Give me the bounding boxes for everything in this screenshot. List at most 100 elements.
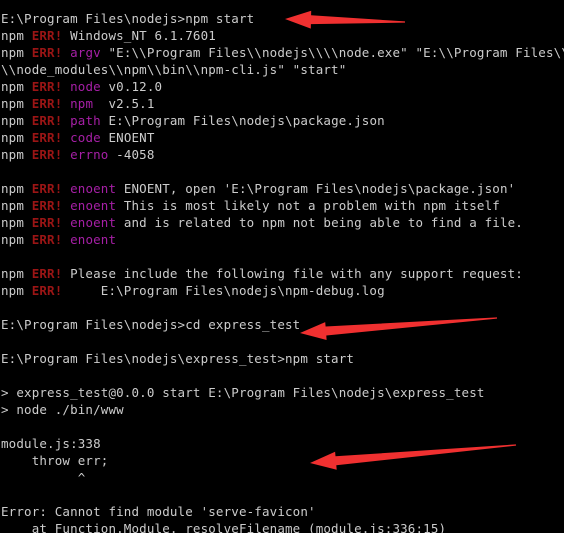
terminal-token-white: > express_test@0.0.0 start E:\Program Fi…	[1, 385, 485, 400]
terminal-token-key: code	[70, 130, 101, 145]
terminal-line: npm ERR! code ENOENT	[1, 129, 564, 146]
terminal-token-white: npm	[1, 45, 32, 60]
terminal-token-white: npm	[1, 215, 32, 230]
terminal-token-err: ERR!	[31, 45, 63, 60]
terminal-token-white: npm	[1, 198, 32, 213]
terminal-line: npm ERR! node v0.12.0	[1, 78, 564, 95]
terminal-line: E:\Program Files\nodejs\express_test>npm…	[1, 350, 564, 367]
terminal-token-err: ERR!	[31, 113, 63, 128]
terminal-token-white: npm	[1, 28, 32, 43]
terminal-token-white	[62, 45, 70, 60]
terminal-token-white: E:\Program Files\nodejs\npm-debug.log	[62, 283, 385, 298]
terminal-token-white: module.js:338	[1, 436, 101, 451]
terminal-token-key: npm	[70, 96, 94, 111]
terminal-token-white: npm	[1, 113, 32, 128]
terminal-token-white	[62, 215, 70, 230]
terminal-token-white	[62, 79, 70, 94]
terminal-token-white: npm	[1, 232, 32, 247]
terminal-line: npm ERR! enoent and is related to npm no…	[1, 214, 564, 231]
terminal-token-white: E:\Program Files\nodejs\express_test>npm…	[1, 351, 355, 366]
terminal-token-key: path	[70, 113, 101, 128]
terminal-line: npm ERR! enoent This is most likely not …	[1, 197, 564, 214]
terminal-output: E:\Program Files\nodejs>npm start npm ERR…	[0, 0, 564, 533]
command-prompt-window[interactable]: E:\Program Files\nodejs>npm start npm ERR…	[0, 0, 564, 533]
terminal-token-key: enoent	[70, 215, 117, 230]
terminal-token-key: errno	[70, 147, 109, 162]
terminal-token-white	[62, 113, 70, 128]
terminal-token-white: -4058	[108, 147, 155, 162]
terminal-token-key: argv	[70, 45, 101, 60]
terminal-token-white: npm	[1, 147, 32, 162]
terminal-token-white: > node ./bin/www	[1, 402, 124, 417]
terminal-token-white: v0.12.0	[100, 79, 163, 94]
terminal-token-white: ENOENT	[100, 130, 155, 145]
terminal-line: at Function.Module._resolveFilename (mod…	[1, 520, 564, 533]
terminal-token-white	[62, 130, 70, 145]
terminal-line: E:\Program Files\nodejs>cd express_test	[1, 316, 564, 333]
terminal-line: \\node_modules\\npm\\bin\\npm-cli.js" "s…	[1, 61, 564, 78]
terminal-token-err: ERR!	[31, 96, 63, 111]
terminal-line: module.js:338	[1, 435, 564, 452]
terminal-token-white: E:\Program Files\nodejs>cd express_test	[1, 317, 301, 332]
terminal-token-white: ^	[1, 470, 86, 485]
terminal-token-white: E:\Program Files\nodejs\package.json	[100, 113, 385, 128]
terminal-token-key: enoent	[70, 198, 117, 213]
terminal-line: npm ERR! npm v2.5.1	[1, 95, 564, 112]
terminal-line: npm ERR! E:\Program Files\nodejs\npm-deb…	[1, 282, 564, 299]
terminal-token-white: at Function.Module._resolveFilename (mod…	[1, 521, 447, 533]
terminal-token-err: ERR!	[31, 181, 63, 196]
terminal-token-err: ERR!	[31, 215, 63, 230]
terminal-line: Error: Cannot find module 'serve-favicon…	[1, 503, 564, 520]
terminal-token-white: v2.5.1	[93, 96, 155, 111]
terminal-token-white: npm	[1, 266, 32, 281]
terminal-token-white: Please include the following file with a…	[62, 266, 523, 281]
terminal-token-white: and is related to npm not being able to …	[116, 215, 523, 230]
terminal-token-white	[62, 198, 70, 213]
terminal-token-white: npm	[1, 130, 32, 145]
terminal-line: npm ERR! argv "E:\\Program Files\\nodejs…	[1, 44, 564, 61]
terminal-token-white	[62, 147, 70, 162]
terminal-line: > node ./bin/www	[1, 401, 564, 418]
terminal-token-err: ERR!	[31, 79, 63, 94]
terminal-token-white: Error: Cannot find module 'serve-favicon…	[1, 504, 316, 519]
terminal-line: npm ERR! errno -4058	[1, 146, 564, 163]
terminal-token-err: ERR!	[31, 266, 63, 281]
terminal-line: E:\Program Files\nodejs>npm start	[1, 10, 564, 27]
terminal-token-white: This is most likely not a problem with n…	[116, 198, 500, 213]
terminal-token-white	[62, 181, 70, 196]
terminal-line: npm ERR! Windows_NT 6.1.7601	[1, 27, 564, 44]
terminal-line: throw err;	[1, 452, 564, 469]
terminal-token-err: ERR!	[31, 147, 63, 162]
terminal-token-err: ERR!	[31, 232, 63, 247]
terminal-line: > express_test@0.0.0 start E:\Program Fi…	[1, 384, 564, 401]
terminal-token-white: npm	[1, 79, 32, 94]
terminal-line: ^	[1, 469, 564, 486]
terminal-token-white: npm	[1, 181, 32, 196]
terminal-line: npm ERR! enoent ENOENT, open 'E:\Program…	[1, 180, 564, 197]
terminal-line: npm ERR! enoent	[1, 231, 564, 248]
terminal-token-white	[62, 96, 70, 111]
terminal-token-white: throw err;	[1, 453, 109, 468]
terminal-token-white: ENOENT, open 'E:\Program Files\nodejs\pa…	[116, 181, 516, 196]
terminal-token-white: E:\Program Files\nodejs>npm start	[1, 11, 255, 26]
terminal-token-key: enoent	[70, 181, 117, 196]
terminal-token-err: ERR!	[31, 198, 63, 213]
terminal-token-err: ERR!	[31, 130, 63, 145]
terminal-line: npm ERR! Please include the following fi…	[1, 265, 564, 282]
terminal-line: npm ERR! path E:\Program Files\nodejs\pa…	[1, 112, 564, 129]
terminal-token-err: ERR!	[31, 283, 63, 298]
terminal-token-white: Windows_NT 6.1.7601	[62, 28, 216, 43]
terminal-token-white: npm	[1, 96, 32, 111]
terminal-token-white: npm	[1, 283, 32, 298]
terminal-token-key: enoent	[70, 232, 117, 247]
terminal-token-white: "E:\\Program Files\\nodejs\\\\node.exe" …	[100, 45, 564, 60]
terminal-token-err: ERR!	[31, 28, 63, 43]
terminal-token-white: \\node_modules\\npm\\bin\\npm-cli.js" "s…	[1, 62, 347, 77]
